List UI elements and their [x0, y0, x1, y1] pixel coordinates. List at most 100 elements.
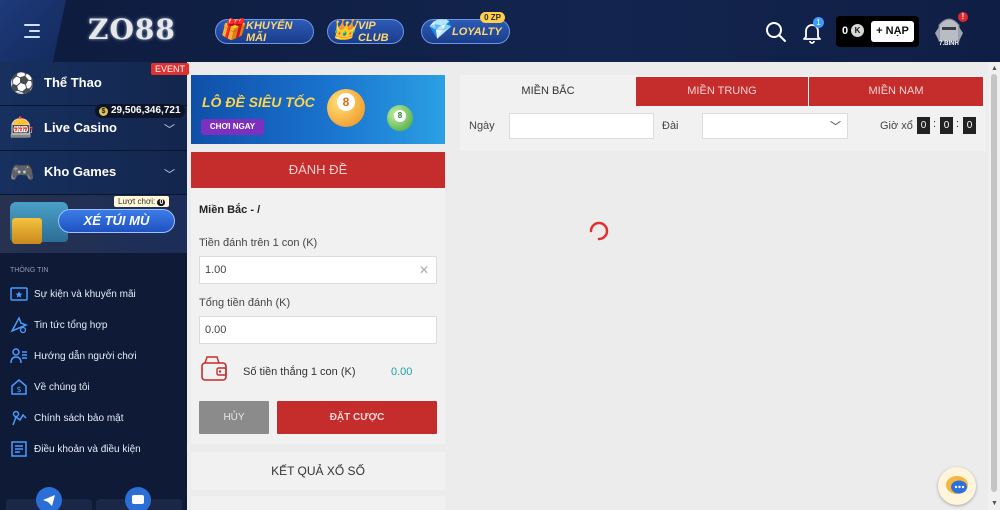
- sidebar-item-kho-games[interactable]: 🎮 Kho Games ﹀: [0, 151, 187, 195]
- turns-value: 0: [157, 199, 166, 206]
- loyalty-points-badge: 0 ZP: [480, 12, 505, 23]
- lo-de-sieu-toc-banner[interactable]: LÔ ĐỀ SIÊU TỐC CHƠI NGAY 8 8: [191, 75, 445, 144]
- scroll-up-arrow-icon[interactable]: ▲: [991, 65, 998, 72]
- avatar[interactable]: 7.BINH !: [931, 12, 968, 51]
- clock-separator: :: [933, 118, 937, 130]
- region-filter-panel: MIỀN BẮC MIỀN TRUNG MIỀN NAM Ngày Đài ﹀ …: [460, 75, 986, 151]
- chat-bubble-icon: [132, 495, 144, 504]
- xe-tui-mu-banner[interactable]: XÉ TÚI MÙ Lượt chơi: 0: [0, 195, 187, 253]
- jackpot-amount: $29,506,346,721: [95, 104, 185, 118]
- loyalty-button[interactable]: 💎 LOYALTY 0 ZP: [421, 12, 510, 44]
- total-amount-label: Tổng tiền đánh (K): [199, 297, 291, 309]
- chevron-down-icon: ﹀: [830, 121, 841, 133]
- search-icon[interactable]: [764, 20, 788, 44]
- per-unit-amount-input[interactable]: 1.00 ✕: [199, 256, 437, 284]
- menu-toggle-button[interactable]: [0, 0, 66, 62]
- svg-text:$: $: [16, 385, 21, 394]
- lottery-ball-icon: 8: [327, 89, 365, 127]
- xe-tui-mu-button[interactable]: XÉ TÚI MÙ: [58, 209, 175, 233]
- promotions-label: KHUYẾN MÃI: [246, 19, 293, 44]
- tab-mien-trung[interactable]: MIỀN TRUNG: [636, 77, 808, 106]
- info-item-terms[interactable]: Điều khoản và điều kiện: [10, 440, 141, 458]
- scrollbar-thumb[interactable]: [991, 74, 997, 492]
- win-amount-value: 0.00: [391, 366, 413, 378]
- station-label: Đài: [662, 120, 679, 132]
- messenger-button[interactable]: [125, 487, 151, 510]
- info-item-label: Điều khoản và điều kiện: [34, 443, 141, 455]
- clear-icon[interactable]: ✕: [419, 257, 429, 283]
- vip-club-label: VIP CLUB: [358, 19, 389, 44]
- promotions-button[interactable]: 🎁 KHUYẾN MÃI: [215, 19, 314, 44]
- clock-seconds: 0: [963, 117, 976, 134]
- sidebar-item-the-thao[interactable]: ⚽ Thể Thao EVENT: [0, 62, 190, 106]
- sidebar-item-label: Kho Games: [44, 164, 117, 179]
- info-item-privacy[interactable]: Chính sách bảo mật: [10, 409, 124, 427]
- diamond-icon: 💎: [425, 19, 451, 41]
- lottery-ball-icon: 8: [387, 105, 413, 131]
- terms-icon: [11, 441, 27, 457]
- date-input[interactable]: [509, 113, 654, 139]
- treasure-chest-icon: [12, 218, 42, 244]
- telegram-button[interactable]: [36, 487, 62, 510]
- bet-panel-header[interactable]: ĐÁNH ĐỀ: [191, 152, 445, 188]
- event-badge: EVENT: [151, 63, 190, 75]
- guide-icon: [10, 348, 27, 364]
- total-amount-field: 0.00: [199, 316, 437, 344]
- station-select[interactable]: ﹀: [702, 113, 848, 139]
- avatar-rank: 7.BINH: [939, 41, 959, 47]
- support-chat-button[interactable]: [938, 467, 976, 505]
- info-item-label: Hướng dẫn người chơi: [34, 350, 137, 362]
- loyalty-label: LOYALTY: [452, 25, 502, 38]
- promo-title: LÔ ĐỀ SIÊU TỐC: [202, 94, 315, 110]
- balance-box: 0 K + NẠP: [836, 16, 919, 47]
- avatar-alert-badge: !: [958, 12, 968, 22]
- bet-panel: ĐÁNH ĐỀ Miền Bắc - / Tiền đánh trên 1 co…: [191, 152, 445, 444]
- dollar-coin-icon: $: [99, 107, 108, 116]
- win-amount-label: Số tiền thắng 1 con (K): [243, 366, 356, 378]
- cancel-button[interactable]: HỦY: [199, 401, 269, 434]
- turns-counter: Lượt chơi: 0: [114, 196, 170, 207]
- info-item-label: Tin tức tổng hợp: [34, 319, 108, 331]
- info-item-guide[interactable]: Hướng dẫn người chơi: [10, 347, 137, 365]
- info-item-about[interactable]: $ Về chúng tôi: [10, 378, 90, 396]
- privacy-icon: [12, 410, 27, 426]
- play-now-button[interactable]: CHƠI NGAY: [201, 119, 264, 135]
- total-amount-value: 0.00: [205, 324, 227, 336]
- support-chat-icon: [946, 476, 968, 494]
- tab-mien-nam[interactable]: MIỀN NAM: [809, 77, 983, 106]
- turns-label: Lượt chơi:: [118, 197, 156, 206]
- place-bet-button[interactable]: ĐẶT CƯỢC: [277, 401, 437, 434]
- info-item-label: Về chúng tôi: [34, 381, 90, 393]
- info-item-events[interactable]: Sự kiện và khuyến mãi: [10, 285, 136, 303]
- info-item-news[interactable]: Tin tức tổng hợp: [10, 316, 107, 334]
- gift-chest-icon: 🎁: [219, 19, 245, 41]
- selected-region-label: Miền Bắc - /: [199, 204, 261, 216]
- notification-count-badge: 1: [813, 17, 824, 28]
- sidebar: ⚽ Thể Thao EVENT $29,506,346,721 🎰 Live …: [0, 62, 190, 510]
- balance-amount: 0: [842, 25, 849, 37]
- lottery-ball-number: 8: [337, 93, 355, 111]
- news-icon: [10, 316, 28, 334]
- per-unit-value: 1.00: [205, 264, 227, 276]
- next-panel: [191, 496, 445, 510]
- about-icon: $: [11, 379, 27, 395]
- scroll-down-arrow-icon[interactable]: ▼: [991, 500, 998, 507]
- chevron-down-icon: ﹀: [164, 124, 175, 136]
- soccer-ball-icon: ⚽: [9, 73, 35, 95]
- lottery-results-button[interactable]: KẾT QUẢ XỔ SỐ: [191, 452, 445, 490]
- coin-icon: K: [851, 24, 864, 37]
- casino-chip-icon: 🎰: [9, 117, 35, 139]
- chevron-down-icon: ﹀: [164, 169, 175, 181]
- deposit-button[interactable]: + NẠP: [871, 21, 914, 42]
- vip-club-button[interactable]: 👑 VIP CLUB: [327, 19, 404, 44]
- hamburger-icon: [24, 24, 40, 42]
- gamepad-icon: 🎮: [9, 162, 35, 184]
- tab-mien-bac[interactable]: MIỀN BẮC: [462, 77, 634, 106]
- page-scrollbar[interactable]: ▲ ▼: [988, 62, 1000, 510]
- draw-time-label: Giờ xổ: [880, 120, 913, 132]
- date-label: Ngày: [469, 120, 495, 132]
- event-ticket-icon: [10, 287, 28, 301]
- info-item-label: Sự kiện và khuyến mãi: [34, 288, 136, 300]
- clock-minutes: 0: [940, 117, 953, 134]
- site-logo[interactable]: ZO88: [88, 13, 176, 46]
